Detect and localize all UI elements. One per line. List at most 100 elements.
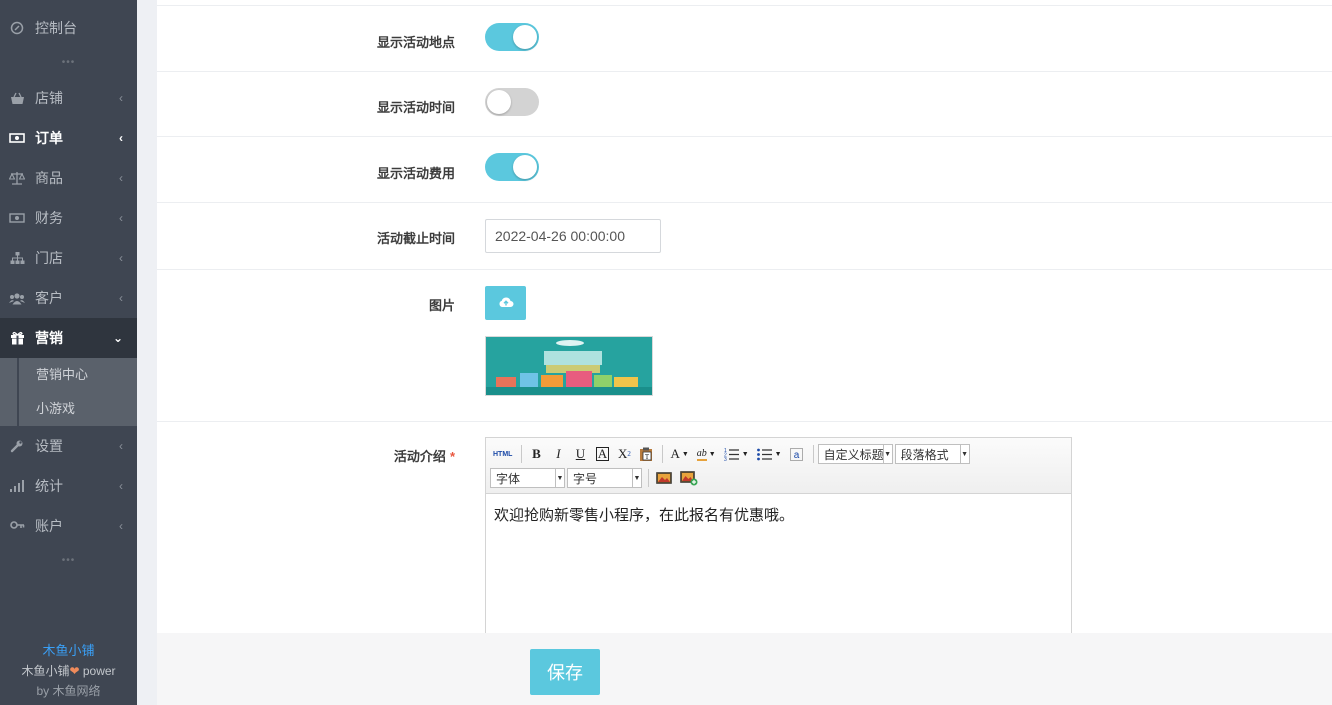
marketing-submenu: 营销中心 小游戏 <box>0 358 137 426</box>
footer-power-text: power <box>82 664 116 678</box>
sidebar-item-label: 设置 <box>35 438 63 454</box>
sidebar-item-label: 订单 <box>35 130 63 146</box>
sidebar-item-label: 统计 <box>35 478 63 494</box>
unordered-list-icon[interactable]: ▼ <box>754 444 785 464</box>
paragraph-format-select[interactable]: 段落格式 ▼ <box>894 444 970 464</box>
show-time-toggle[interactable] <box>485 88 539 116</box>
sidebar-item-label: 控制台 <box>35 20 77 36</box>
main-form: 显示活动地点 显示活动时间 显示活动费用 活动截止时间 图片 <box>157 0 1332 705</box>
footer-brand-link[interactable]: 木鱼小铺 <box>0 641 137 661</box>
chevron-left-icon: ‹ <box>119 291 123 305</box>
sidebar-item-shops[interactable]: 门店 ‹ <box>0 238 137 278</box>
sidebar-item-settings[interactable]: 设置 ‹ <box>0 426 137 466</box>
custom-heading-select[interactable]: 自定义标题 ▼ <box>817 444 893 464</box>
chevron-left-icon: ‹ <box>119 479 123 493</box>
font-family-select-value: 字体 <box>496 471 521 486</box>
sidebar-item-label: 财务 <box>35 210 63 226</box>
deadline-label: 活动截止时间 <box>376 231 455 246</box>
deadline-input[interactable] <box>485 219 661 253</box>
chevron-left-icon: ‹ <box>119 91 123 105</box>
sidebar-item-account[interactable]: 账户 ‹ <box>0 506 137 546</box>
intro-label-text: 活动介绍 <box>393 449 446 464</box>
sidebar-item-marketing[interactable]: 营销 ⌄ <box>0 318 137 358</box>
sidebar-item-label: 营销 <box>35 330 63 346</box>
signal-bars-icon <box>8 477 26 495</box>
font-border-button[interactable]: A <box>592 444 612 464</box>
show-fee-toggle[interactable] <box>485 153 539 181</box>
sidebar-item-label: 客户 <box>35 290 63 306</box>
sidebar-item-console[interactable]: 控制台 <box>0 8 137 48</box>
footer-power-line: 木鱼小铺❤ power <box>0 661 137 681</box>
show-fee-label: 显示活动费用 <box>376 166 455 181</box>
sidebar-item-orders[interactable]: 订单 ‹ <box>0 118 137 158</box>
basket-icon <box>8 89 26 107</box>
toggle-knob <box>487 90 511 114</box>
rich-text-editor: HTML B I U A X2 T A ▼ ab ▼ 1 2 3 ▼ ▼ a 自… <box>485 437 1072 637</box>
editor-toolbar: HTML B I U A X2 T A ▼ ab ▼ 1 2 3 ▼ ▼ a 自… <box>486 438 1071 494</box>
sidebar-subitem-mini-games[interactable]: 小游戏 <box>17 392 137 426</box>
sidebar-divider: ••• <box>61 57 76 68</box>
editor-content-area[interactable]: 欢迎抢购新零售小程序，在此报名有优惠哦。 <box>486 494 1071 535</box>
paragraph-format-select-value: 段落格式 <box>900 447 949 462</box>
custom-heading-select-value: 自定义标题 <box>823 447 884 462</box>
font-size-select[interactable]: 字号 ▼ <box>567 468 642 488</box>
money-icon <box>8 129 26 147</box>
image-label: 图片 <box>428 298 455 313</box>
dropdown-arrow-icon: ▼ <box>959 445 969 463</box>
sidebar-item-label: 账户 <box>35 518 63 534</box>
sidebar-item-stats[interactable]: 统计 ‹ <box>0 466 137 506</box>
footer-by-line: by 木鱼网络 <box>36 684 101 698</box>
heart-icon: ❤ <box>69 664 80 678</box>
show-location-toggle[interactable] <box>485 23 539 51</box>
form-row-deadline: 活动截止时间 <box>157 203 1332 270</box>
chevron-left-icon: ‹ <box>119 131 123 145</box>
balance-scale-icon <box>8 169 26 187</box>
sidebar-footer: 木鱼小铺 木鱼小铺❤ power by 木鱼网络 <box>0 641 137 701</box>
ordered-list-icon[interactable]: 1 2 3 ▼ <box>721 444 752 464</box>
sidebar-item-label: 店铺 <box>35 90 63 106</box>
sitemap-icon <box>8 249 26 267</box>
chevron-left-icon: ‹ <box>119 519 123 533</box>
svg-text:T: T <box>645 453 650 461</box>
italic-button[interactable]: I <box>548 444 568 464</box>
sidebar-item-store[interactable]: 店铺 ‹ <box>0 78 137 118</box>
sidebar-item-finance[interactable]: 财务 ‹ <box>0 198 137 238</box>
chevron-left-icon: ‹ <box>119 251 123 265</box>
sidebar-subitem-marketing-center[interactable]: 营销中心 <box>17 358 137 392</box>
svg-text:a: a <box>794 450 800 461</box>
chevron-left-icon: ‹ <box>119 211 123 225</box>
cloud-upload-icon <box>498 296 514 311</box>
intro-label: 活动介绍 * <box>157 446 455 465</box>
show-time-label: 显示活动时间 <box>376 100 455 115</box>
sidebar-item-label: 门店 <box>35 250 63 266</box>
chevron-left-icon: ‹ <box>119 439 123 453</box>
paste-text-icon[interactable]: T <box>636 444 656 464</box>
font-color-button[interactable]: A ▼ <box>667 444 691 464</box>
toolbar-row-1: HTML B I U A X2 T A ▼ ab ▼ 1 2 3 ▼ ▼ a 自… <box>490 442 1067 466</box>
upload-image-button[interactable] <box>485 286 526 320</box>
toggle-knob <box>513 155 537 179</box>
subscript-button[interactable]: X2 <box>614 444 634 464</box>
font-family-select[interactable]: 字体 ▼ <box>490 468 565 488</box>
required-mark: * <box>449 449 455 464</box>
anchor-icon[interactable]: a <box>787 444 807 464</box>
toolbar-row-2: 字体 ▼ 字号 ▼ <box>490 466 1067 490</box>
form-row-show-location: 显示活动地点 <box>157 6 1332 72</box>
insert-multi-image-icon[interactable] <box>677 468 701 488</box>
save-button[interactable]: 保存 <box>530 649 600 695</box>
form-row-show-fee: 显示活动费用 <box>157 137 1332 203</box>
html-source-button[interactable]: HTML <box>490 444 515 464</box>
dashboard-icon <box>8 19 26 37</box>
underline-button[interactable]: U <box>570 444 590 464</box>
sidebar-item-products[interactable]: 商品 ‹ <box>0 158 137 198</box>
uploaded-image-thumbnail[interactable] <box>485 336 653 396</box>
cash-icon <box>8 209 26 227</box>
sidebar-item-customers[interactable]: 客户 ‹ <box>0 278 137 318</box>
dropdown-arrow-icon: ▼ <box>555 469 564 487</box>
toolbar-separator <box>662 445 664 463</box>
highlight-color-button[interactable]: ab ▼ <box>694 444 719 464</box>
toolbar-separator <box>648 469 649 487</box>
insert-image-icon[interactable] <box>653 468 675 488</box>
bold-button[interactable]: B <box>526 444 546 464</box>
font-size-select-value: 字号 <box>573 471 598 486</box>
